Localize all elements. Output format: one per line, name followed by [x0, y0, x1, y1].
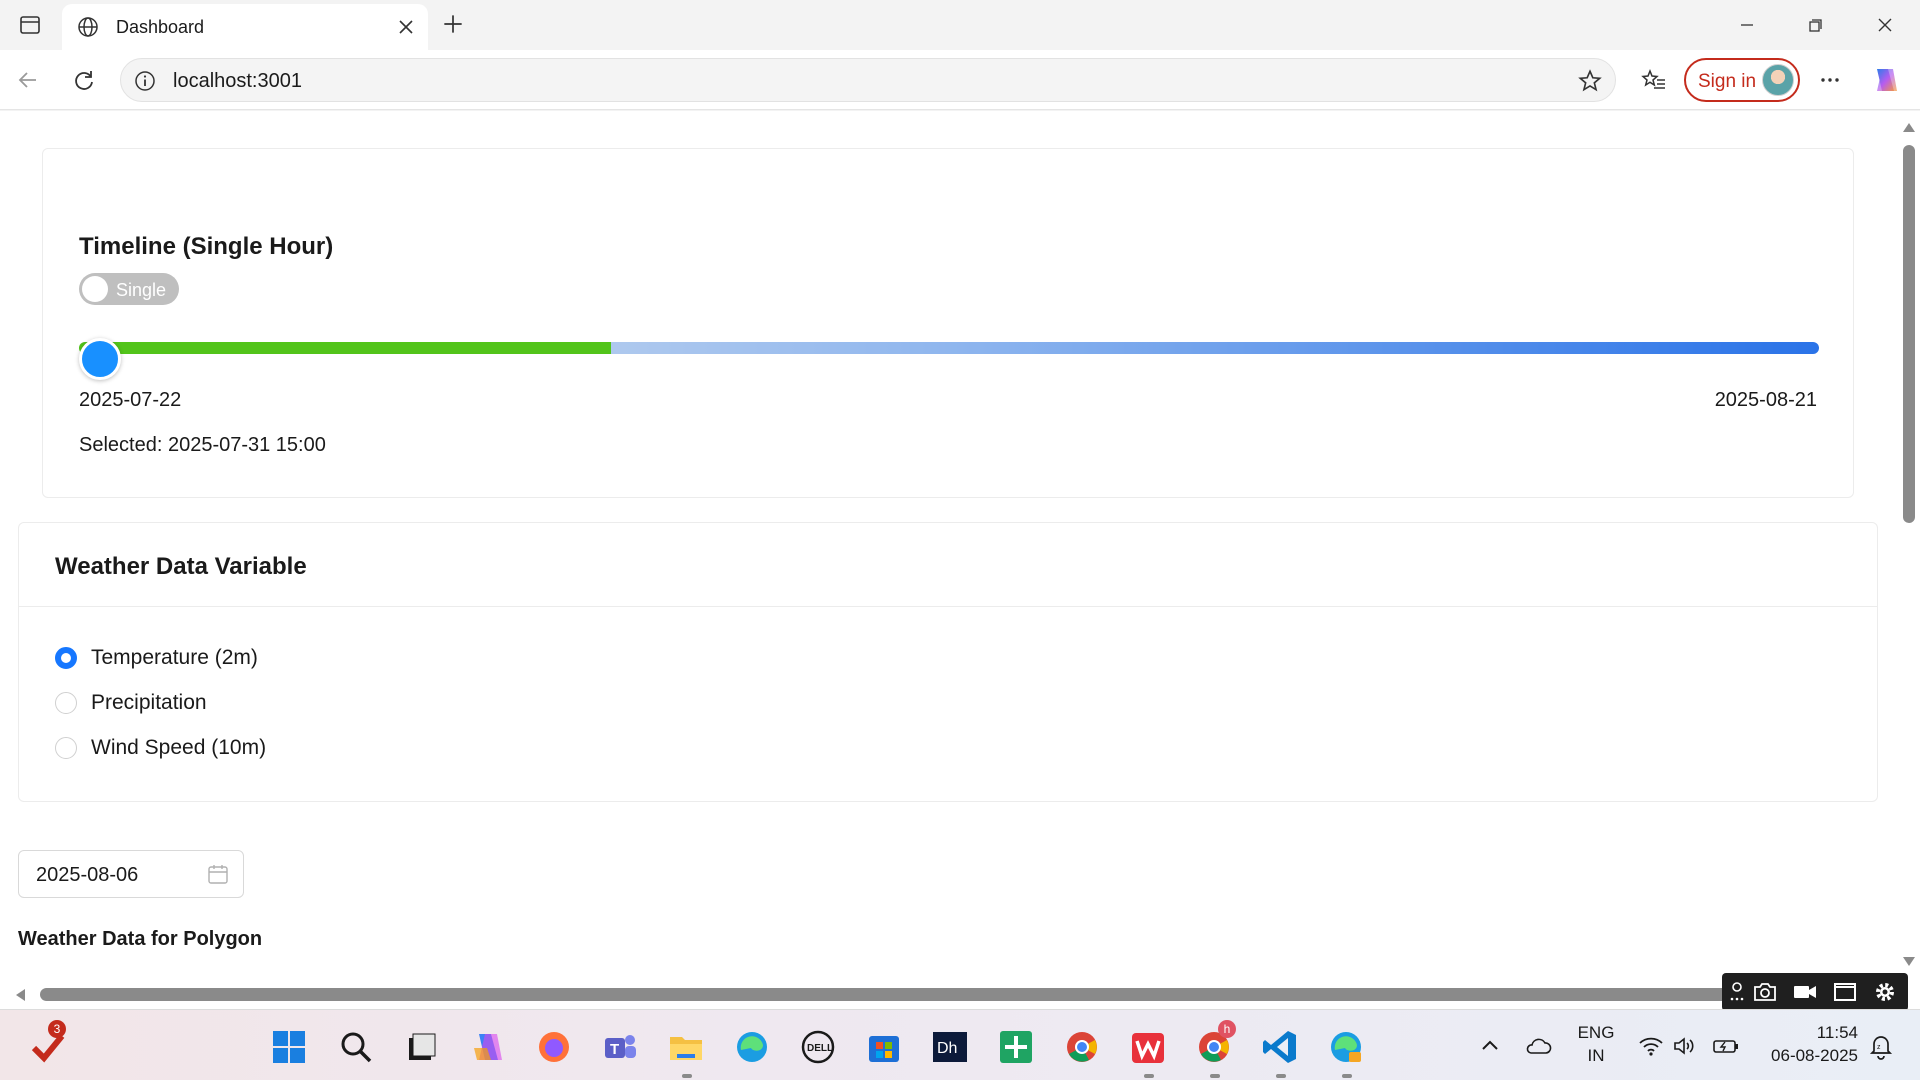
video-record-icon[interactable]: [1792, 979, 1818, 1005]
browser-tab-bar: Dashboard: [0, 0, 1920, 50]
radio-label: Wind Speed (10m): [91, 736, 267, 759]
weather-variable-card: Weather Data Variable Temperature (2m) P…: [18, 522, 1878, 802]
globe-icon: [78, 17, 98, 37]
svg-text:z: z: [1877, 1044, 1881, 1051]
teams-icon[interactable]: T: [601, 1028, 639, 1066]
sheets-app-icon[interactable]: [997, 1028, 1035, 1066]
favorites-icon[interactable]: [1640, 66, 1668, 94]
weather-variable-title: Weather Data Variable: [55, 553, 307, 580]
clock-time[interactable]: 11:54: [1748, 1023, 1858, 1043]
scroll-down-arrow-icon[interactable]: [1902, 956, 1916, 968]
dh-app-icon[interactable]: Dh: [931, 1028, 969, 1066]
favorite-star-icon[interactable]: [1577, 68, 1603, 94]
timeline-card: Timeline (Single Hour) Single 2025-07-22…: [42, 148, 1854, 498]
site-info-icon[interactable]: [133, 69, 157, 93]
clock-date[interactable]: 06-08-2025: [1748, 1046, 1858, 1066]
scroll-up-arrow-icon[interactable]: [1902, 121, 1916, 133]
language-indicator[interactable]: ENG: [1576, 1023, 1616, 1043]
copilot-app-icon[interactable]: [469, 1028, 507, 1066]
single-mode-toggle[interactable]: Single: [79, 273, 179, 305]
sign-in-label: Sign in: [1698, 71, 1757, 92]
url-field[interactable]: localhost:3001: [120, 58, 1616, 102]
onedrive-cloud-icon[interactable]: [1524, 1034, 1552, 1058]
dell-icon[interactable]: DELL: [799, 1028, 837, 1066]
horizontal-scrollbar[interactable]: [0, 979, 1898, 1009]
windows-taskbar: 3 T DELL Dh h ENG IN 11:54 06-08-2025 z: [0, 1009, 1920, 1080]
horizontal-scroll-thumb[interactable]: [40, 988, 1730, 1001]
settings-gear-icon[interactable]: [1872, 979, 1898, 1005]
url-text: localhost:3001: [173, 70, 302, 92]
chrome-profile-badge: h: [1218, 1020, 1236, 1038]
timeline-slider-handle[interactable]: [79, 338, 121, 380]
timeline-end-date: 2025-08-21: [1714, 389, 1817, 411]
toggle-knob: [82, 276, 108, 302]
page-viewport: Timeline (Single Hour) Single 2025-07-22…: [0, 111, 1920, 1009]
chevron-up-icon[interactable]: [1478, 1034, 1502, 1058]
notification-count-badge: 3: [48, 1020, 66, 1038]
running-indicator: [1342, 1074, 1352, 1078]
running-indicator: [682, 1074, 692, 1078]
close-window-icon[interactable]: [1870, 10, 1900, 40]
wifi-icon[interactable]: [1638, 1034, 1664, 1058]
window-capture-icon[interactable]: [1832, 979, 1858, 1005]
notification-bell-icon[interactable]: z: [1868, 1032, 1894, 1060]
svg-text:DELL: DELL: [807, 1043, 833, 1054]
sidebar-toggle-icon[interactable]: [18, 13, 42, 37]
timeline-title: Timeline (Single Hour): [79, 233, 334, 260]
file-explorer-icon[interactable]: [667, 1028, 705, 1066]
vertical-scroll-thumb[interactable]: [1903, 145, 1915, 523]
back-icon[interactable]: [14, 66, 42, 94]
edge-dev-icon[interactable]: [1327, 1028, 1365, 1066]
running-indicator: [1210, 1074, 1220, 1078]
camera-icon[interactable]: [1752, 979, 1778, 1005]
running-indicator: [1276, 1074, 1286, 1078]
chrome-icon[interactable]: [1063, 1028, 1101, 1066]
running-indicator: [1144, 1074, 1154, 1078]
region-indicator[interactable]: IN: [1576, 1046, 1616, 1066]
wps-office-icon[interactable]: [1129, 1028, 1167, 1066]
radio-button[interactable]: [55, 692, 77, 714]
microsoft-store-icon[interactable]: [865, 1028, 903, 1066]
calendar-icon[interactable]: [207, 863, 229, 885]
volume-icon[interactable]: [1672, 1034, 1696, 1058]
radio-button[interactable]: [55, 647, 77, 669]
battery-icon[interactable]: [1712, 1034, 1740, 1058]
edge-icon[interactable]: [733, 1028, 771, 1066]
vscode-icon[interactable]: [1261, 1028, 1299, 1066]
more-options-icon[interactable]: [1816, 66, 1844, 94]
svg-text:T: T: [610, 1041, 619, 1058]
polygon-section-title: Weather Data for Polygon: [18, 928, 263, 950]
task-view-icon[interactable]: [403, 1028, 441, 1066]
timeline-selected-value: Selected: 2025-07-31 15:00: [79, 434, 326, 456]
vertical-scrollbar[interactable]: [1898, 111, 1920, 979]
scroll-left-arrow-icon[interactable]: [14, 988, 26, 1002]
date-picker-value: 2025-08-06: [36, 864, 139, 886]
address-bar-row: localhost:3001 Sign in: [0, 50, 1920, 110]
new-tab-icon[interactable]: [440, 11, 466, 37]
weather-variable-header: Weather Data Variable: [19, 523, 1877, 607]
close-tab-icon[interactable]: [394, 15, 418, 39]
tab-title: Dashboard: [116, 17, 205, 37]
firefox-icon[interactable]: [535, 1028, 573, 1066]
radio-label: Precipitation: [91, 691, 207, 714]
radio-button[interactable]: [55, 737, 77, 759]
svg-text:Dh: Dh: [937, 1040, 957, 1057]
radio-label: Temperature (2m): [91, 646, 258, 669]
timeline-start-date: 2025-07-22: [79, 389, 182, 411]
date-picker-input[interactable]: 2025-08-06: [18, 850, 244, 898]
pin-icon[interactable]: [1728, 979, 1746, 1005]
profile-avatar: [1762, 64, 1794, 96]
windows-start-icon[interactable]: [270, 1028, 308, 1066]
sign-in-button[interactable]: Sign in: [1684, 58, 1800, 102]
search-icon[interactable]: [337, 1028, 375, 1066]
restore-icon[interactable]: [1800, 10, 1830, 40]
browser-tab[interactable]: Dashboard: [62, 4, 428, 50]
toggle-label: Single: [116, 280, 167, 300]
minimize-icon[interactable]: [1732, 10, 1762, 40]
capture-toolbar: [1722, 973, 1908, 1011]
refresh-icon[interactable]: [70, 66, 98, 94]
timeline-slider-fill: [79, 342, 611, 354]
copilot-icon[interactable]: [1868, 63, 1902, 97]
